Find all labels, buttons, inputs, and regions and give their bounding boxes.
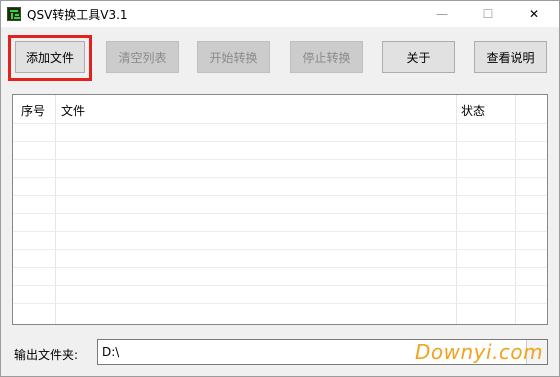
stop-convert-button[interactable]: 停止转换 (290, 41, 363, 73)
add-file-highlight (8, 35, 92, 81)
row-divider (13, 123, 547, 124)
minimize-button[interactable]: — (419, 1, 465, 27)
row-divider (13, 195, 547, 196)
file-list[interactable]: 序号 文件 状态 (12, 94, 548, 325)
help-button[interactable]: 查看说明 (474, 41, 547, 73)
row-divider (13, 231, 547, 232)
row-divider (13, 159, 547, 160)
minimize-icon: — (436, 7, 448, 21)
output-folder-label: 输出文件夹: (14, 348, 79, 362)
watermark: Downyi.com (415, 340, 544, 364)
list-header: 序号 文件 状态 (13, 95, 547, 123)
column-status[interactable]: 状态 (461, 102, 485, 119)
row-divider (13, 249, 547, 250)
close-icon: ✕ (528, 7, 540, 21)
output-folder-value: D:\ (102, 345, 120, 359)
row-divider (13, 141, 547, 142)
app-icon (7, 7, 21, 21)
start-convert-button[interactable]: 开始转换 (197, 41, 270, 73)
clear-list-button[interactable]: 清空列表 (106, 41, 179, 73)
row-divider (13, 267, 547, 268)
window-title: QSV转换工具V3.1 (27, 8, 128, 22)
row-divider (13, 303, 547, 304)
column-file[interactable]: 文件 (61, 102, 85, 119)
maximize-button[interactable]: ☐ (465, 1, 511, 27)
row-divider (13, 285, 547, 286)
about-button[interactable]: 关于 (382, 41, 455, 73)
row-divider (13, 177, 547, 178)
column-index[interactable]: 序号 (21, 102, 45, 119)
column-divider (456, 95, 457, 324)
title-bar: QSV转换工具V3.1 — ☐ ✕ (1, 1, 559, 27)
app-window: QSV转换工具V3.1 — ☐ ✕ 添加文件 清空列表 开始转换 停止转换 关于… (0, 0, 560, 377)
row-divider (13, 213, 547, 214)
close-button[interactable]: ✕ (511, 1, 557, 27)
column-divider (515, 95, 516, 324)
maximize-icon: ☐ (482, 7, 494, 21)
column-divider (55, 95, 56, 324)
